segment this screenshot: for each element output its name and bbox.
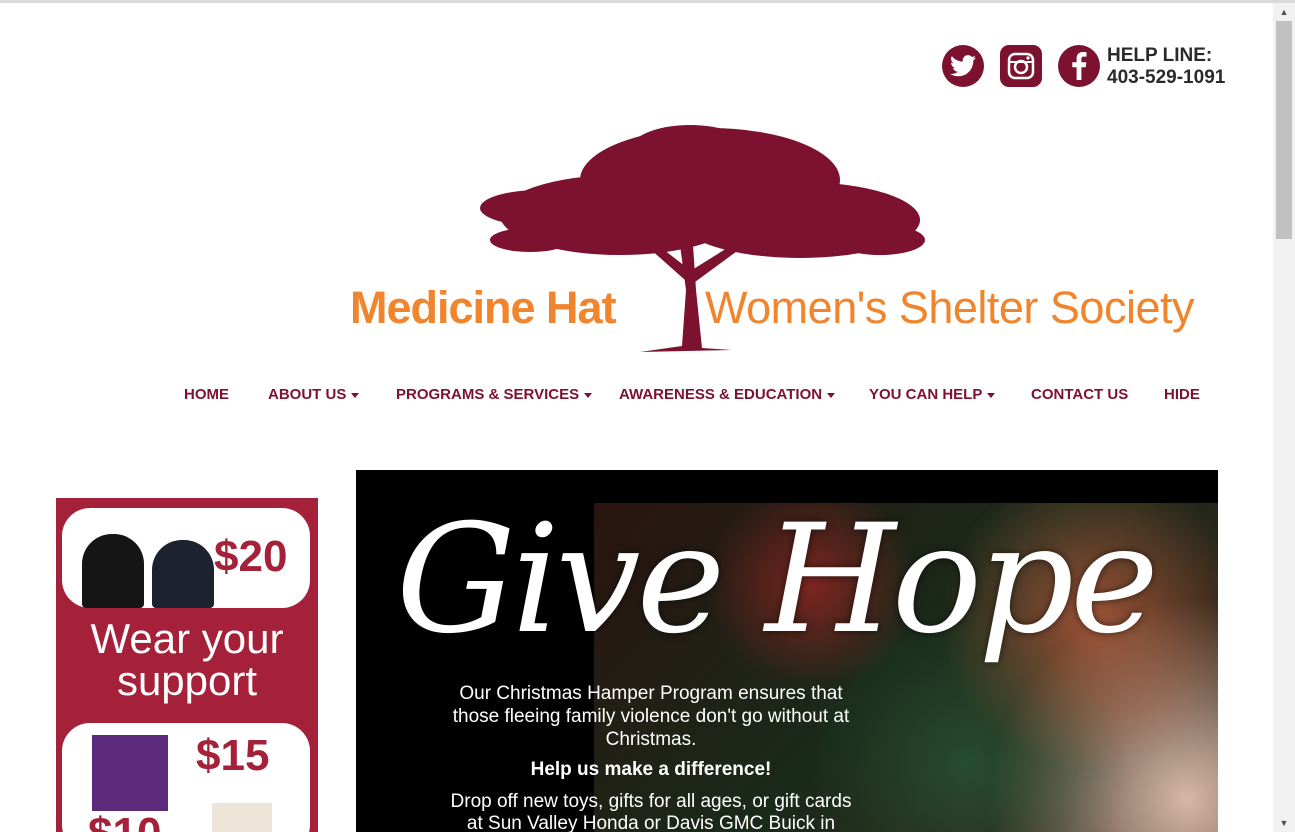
nav-awareness-education[interactable]: AWARENESS & EDUCATION [619, 386, 836, 403]
scroll-down-icon[interactable]: ▼ [1273, 814, 1295, 832]
hero-paragraph: Our Christmas Hamper Program ensures tha… [452, 683, 850, 750]
nav-home[interactable]: HOME [184, 386, 229, 403]
promo-top-box: $20 [62, 508, 310, 608]
price-20: $20 [214, 532, 288, 581]
scroll-up-icon[interactable]: ▲ [1273, 3, 1295, 21]
caret-down-icon [987, 393, 996, 398]
promo-tagline: Wear your support [90, 615, 284, 704]
tote-art-image [92, 735, 168, 811]
main-nav: HOME ABOUT US PROGRAMS & SERVICES AWAREN… [0, 386, 1273, 408]
beanie-navy-image [152, 540, 214, 608]
hero-cta-line1: Drop off new toys, gifts for all ages, o… [450, 791, 852, 812]
helpline-label: HELP LINE: [1107, 45, 1213, 66]
helpline: HELP LINE: 403-529-1091 [1107, 45, 1225, 89]
nav-programs-services[interactable]: PROGRAMS & SERVICES [396, 386, 593, 403]
beanie-black-image [82, 534, 144, 608]
scroll-thumb[interactable] [1276, 21, 1292, 239]
page-scrollbar[interactable]: ▲ ▼ [1273, 3, 1295, 832]
nav-about-us-label: ABOUT US [268, 386, 347, 403]
twitter-icon [950, 55, 976, 77]
instagram-link[interactable] [1000, 45, 1042, 87]
price-15: $15 [196, 731, 270, 780]
nav-about-us[interactable]: ABOUT US [268, 386, 360, 403]
facebook-icon [1072, 52, 1087, 80]
promo-bottom-box: $15 $10 [62, 723, 310, 832]
logo-medicine-hat: Medicine Hat [350, 282, 617, 333]
tote-bag-image [212, 803, 272, 832]
nav-home-label: HOME [184, 386, 229, 403]
helpline-number[interactable]: 403-529-1091 [1107, 67, 1225, 89]
nav-programs-services-label: PROGRAMS & SERVICES [396, 386, 580, 403]
nav-contact-us[interactable]: CONTACT US [1031, 386, 1128, 403]
nav-you-can-help[interactable]: YOU CAN HELP [869, 386, 996, 403]
facebook-link[interactable] [1058, 45, 1100, 87]
logo-womens-shelter-society: Women's Shelter Society [705, 282, 1194, 333]
twitter-link[interactable] [942, 45, 984, 87]
top-border [0, 0, 1295, 3]
hero-subheading: Help us make a difference! [530, 759, 772, 780]
merch-promo-banner[interactable]: $20 Wear your support $15 $10 [56, 498, 318, 832]
nav-hide-label: HIDE [1164, 386, 1200, 403]
hero-title: Give Hope [396, 493, 1159, 667]
instagram-icon [1007, 52, 1035, 80]
nav-you-can-help-label: YOU CAN HELP [869, 386, 983, 403]
hero-banner[interactable]: Give Hope Our Christmas Hamper Program e… [356, 470, 1218, 832]
caret-down-icon [827, 393, 836, 398]
caret-down-icon [584, 393, 593, 398]
nav-awareness-education-label: AWARENESS & EDUCATION [619, 386, 823, 403]
price-10: $10 [88, 809, 161, 832]
nav-contact-us-label: CONTACT US [1031, 386, 1129, 403]
hero-cta-line2: at Sun Valley Honda or Davis GMC Buick i… [466, 813, 836, 832]
nav-hide[interactable]: HIDE [1164, 386, 1200, 403]
caret-down-icon [351, 393, 360, 398]
